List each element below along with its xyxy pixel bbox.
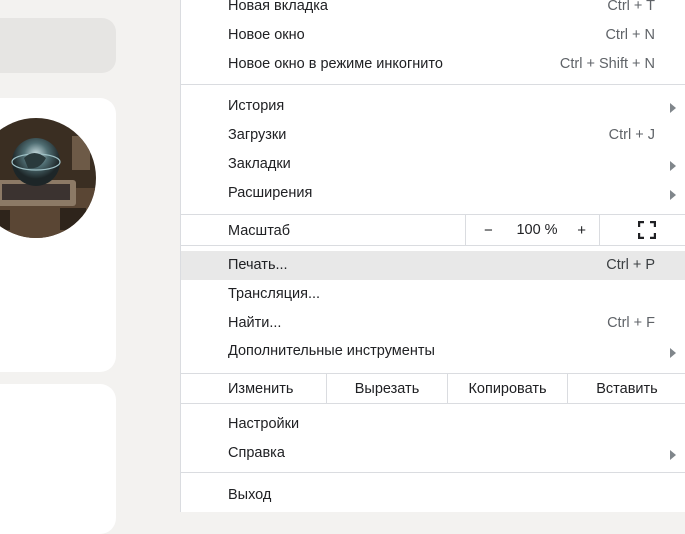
menu-item-bookmarks[interactable]: Закладки [181,150,685,179]
paste-button[interactable]: Вставить [567,374,685,403]
menu-item-label: История [228,98,285,114]
menu-item-label: Загрузки [228,127,287,143]
fullscreen-icon[interactable] [637,220,657,240]
menu-item-extensions[interactable]: Расширения [181,179,685,208]
menu-item-shortcut: Ctrl + P [606,257,655,273]
menu-item-label: Найти... [228,315,282,331]
chevron-right-icon [670,161,676,171]
menu-item-cast[interactable]: Трансляция... [181,280,685,309]
menu-item-label: Масштаб [228,223,291,239]
menu-item-label: Новое окно в режиме инкогнито [228,56,443,72]
browser-main-menu: Новая вкладка Ctrl + T Новое окно Ctrl +… [180,0,685,512]
menu-item-label: Настройки [228,416,300,432]
cut-button[interactable]: Вырезать [326,374,447,403]
zoom-out-button[interactable]: − [484,222,493,239]
menu-item-label: Печать... [228,257,288,273]
menu-separator [181,472,685,473]
chevron-right-icon [670,450,676,460]
menu-separator [181,84,685,85]
menu-item-label: Справка [228,445,285,461]
chevron-right-icon [670,190,676,200]
menu-item-shortcut: Ctrl + F [607,315,655,331]
menu-item-shortcut: Ctrl + J [608,127,655,143]
menu-item-new-window[interactable]: Новое окно Ctrl + N [181,21,685,50]
menu-item-label: Новая вкладка [228,0,328,14]
menu-item-label: Изменить [228,381,294,397]
chevron-right-icon [670,103,676,113]
menu-zoom-row: Масштаб − 100 % + [181,214,685,246]
menu-item-history[interactable]: История [181,92,685,121]
menu-item-new-tab[interactable]: Новая вкладка Ctrl + T [181,0,685,21]
menu-item-incognito[interactable]: Новое окно в режиме инкогнито Ctrl + Shi… [181,50,685,79]
menu-item-downloads[interactable]: Загрузки Ctrl + J [181,121,685,150]
menu-item-label: Выход [228,487,272,503]
chevron-right-icon [670,348,676,358]
menu-item-find[interactable]: Найти... Ctrl + F [181,309,685,338]
menu-item-label: Дополнительные инструменты [228,343,435,359]
menu-item-more-tools[interactable]: Дополнительные инструменты [181,337,685,366]
zoom-level: 100 % [516,222,558,238]
zoom-control: − 100 % + [465,215,600,245]
menu-item-help[interactable]: Справка [181,439,685,468]
menu-item-label: Расширения [228,185,313,201]
menu-item-shortcut: Ctrl + T [607,0,655,14]
menu-edit-row: Изменить Вырезать Копировать Вставить [181,373,685,404]
background-search-pill [0,18,116,73]
menu-item-settings[interactable]: Настройки [181,410,685,439]
menu-item-label: Новое окно [228,27,305,43]
menu-item-label: Трансляция... [228,286,321,302]
menu-item-shortcut: Ctrl + N [605,27,655,43]
menu-item-print[interactable]: Печать... Ctrl + P [181,251,685,280]
zoom-in-button[interactable]: + [577,222,586,239]
menu-item-label: Закладки [228,156,291,172]
menu-item-shortcut: Ctrl + Shift + N [559,56,655,72]
menu-item-exit[interactable]: Выход [181,481,685,510]
copy-button[interactable]: Копировать [447,374,567,403]
